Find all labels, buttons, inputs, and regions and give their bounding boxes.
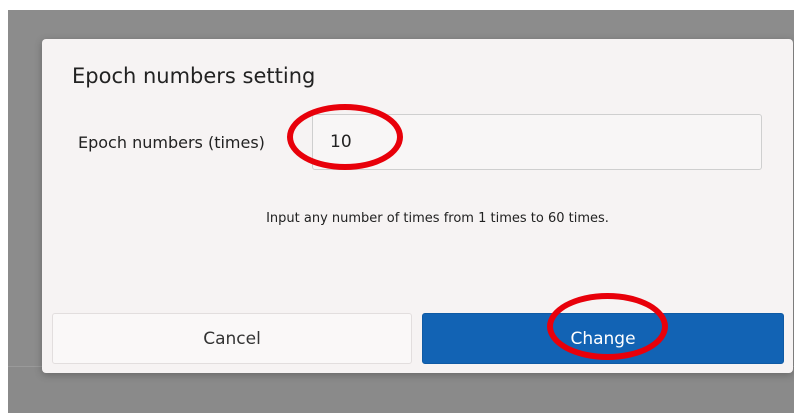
dialog-title: Epoch numbers setting — [72, 64, 316, 88]
backdrop-footer-strip — [8, 366, 794, 413]
epoch-settings-dialog: Epoch numbers setting Epoch numbers (tim… — [42, 39, 793, 373]
input-range-hint: Input any number of times from 1 times t… — [266, 211, 609, 226]
cancel-button-label: Cancel — [203, 328, 261, 349]
change-button[interactable]: Change — [422, 313, 784, 364]
epoch-numbers-input[interactable] — [312, 114, 762, 170]
epoch-numbers-label: Epoch numbers (times) — [78, 133, 265, 152]
change-button-label: Change — [570, 328, 636, 349]
cancel-button[interactable]: Cancel — [52, 313, 412, 364]
